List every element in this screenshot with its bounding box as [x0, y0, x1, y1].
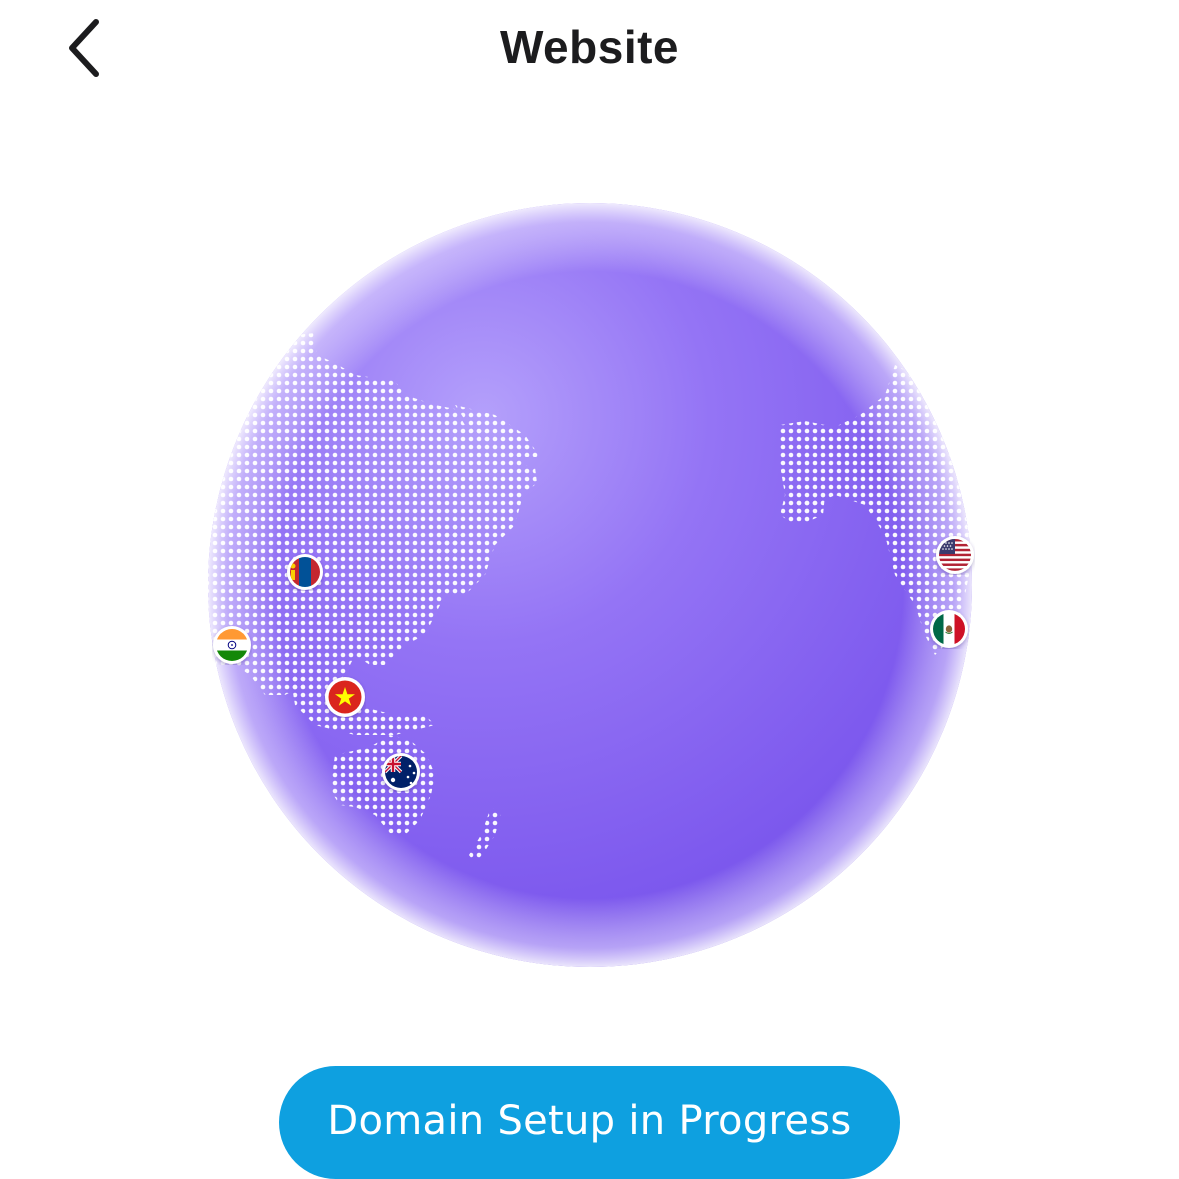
globe-illustration — [195, 195, 985, 985]
australia-flag-icon — [382, 753, 420, 791]
page-title: Website — [499, 21, 680, 73]
mexico-flag-icon — [930, 610, 968, 648]
domain-setup-status-button[interactable]: Domain Setup in Progress — [279, 1066, 900, 1179]
usa-flag-icon — [936, 536, 974, 574]
india-flag-icon — [213, 626, 251, 664]
vietnam-flag-icon — [325, 677, 365, 717]
mongolia-flag-icon — [287, 554, 323, 590]
domain-setup-status-label: Domain Setup in Progress — [327, 1097, 852, 1144]
